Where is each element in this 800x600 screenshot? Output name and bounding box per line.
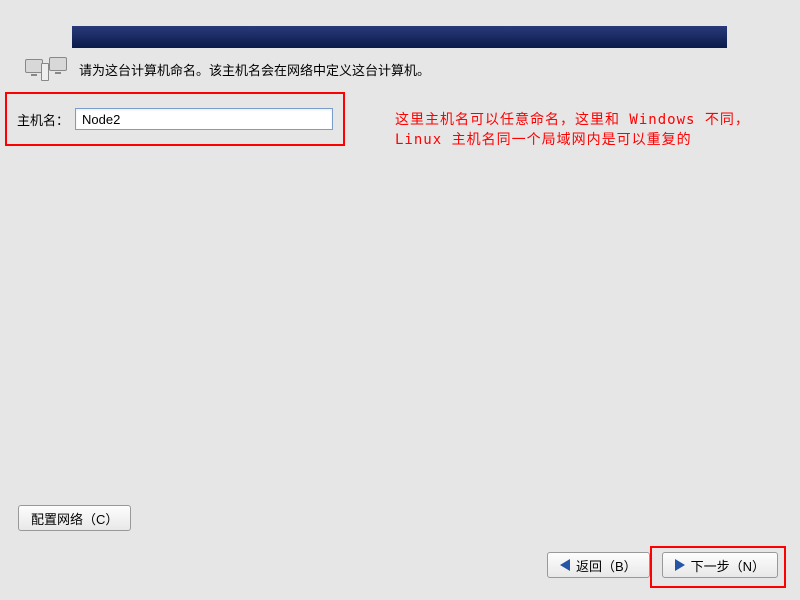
back-button-label: 返回（B） [576,556,637,575]
back-button[interactable]: 返回（B） [547,552,650,578]
instruction-text: 请为这台计算机命名。该主机名会在网络中定义这台计算机。 [79,60,430,79]
header-banner [72,26,727,48]
next-button-label: 下一步（N） [691,556,765,575]
configure-network-label: 配置网络（C） [31,509,118,528]
navigation-buttons: 返回（B） 下一步（N） [547,552,778,578]
arrow-left-icon [560,559,570,571]
configure-network-button[interactable]: 配置网络（C） [18,505,131,531]
annotation-text: 这里主机名可以任意命名，这里和 Windows 不同，Linux 主机名同一个局… [395,111,790,150]
arrow-right-icon [675,559,685,571]
instruction-row: 请为这台计算机命名。该主机名会在网络中定义这台计算机。 [25,57,430,81]
hostname-label: 主机名： [17,110,69,129]
next-button[interactable]: 下一步（N） [662,552,778,578]
hostname-field-group: 主机名： [5,92,345,146]
hostname-input[interactable] [75,108,333,130]
computer-network-icon [25,57,67,81]
